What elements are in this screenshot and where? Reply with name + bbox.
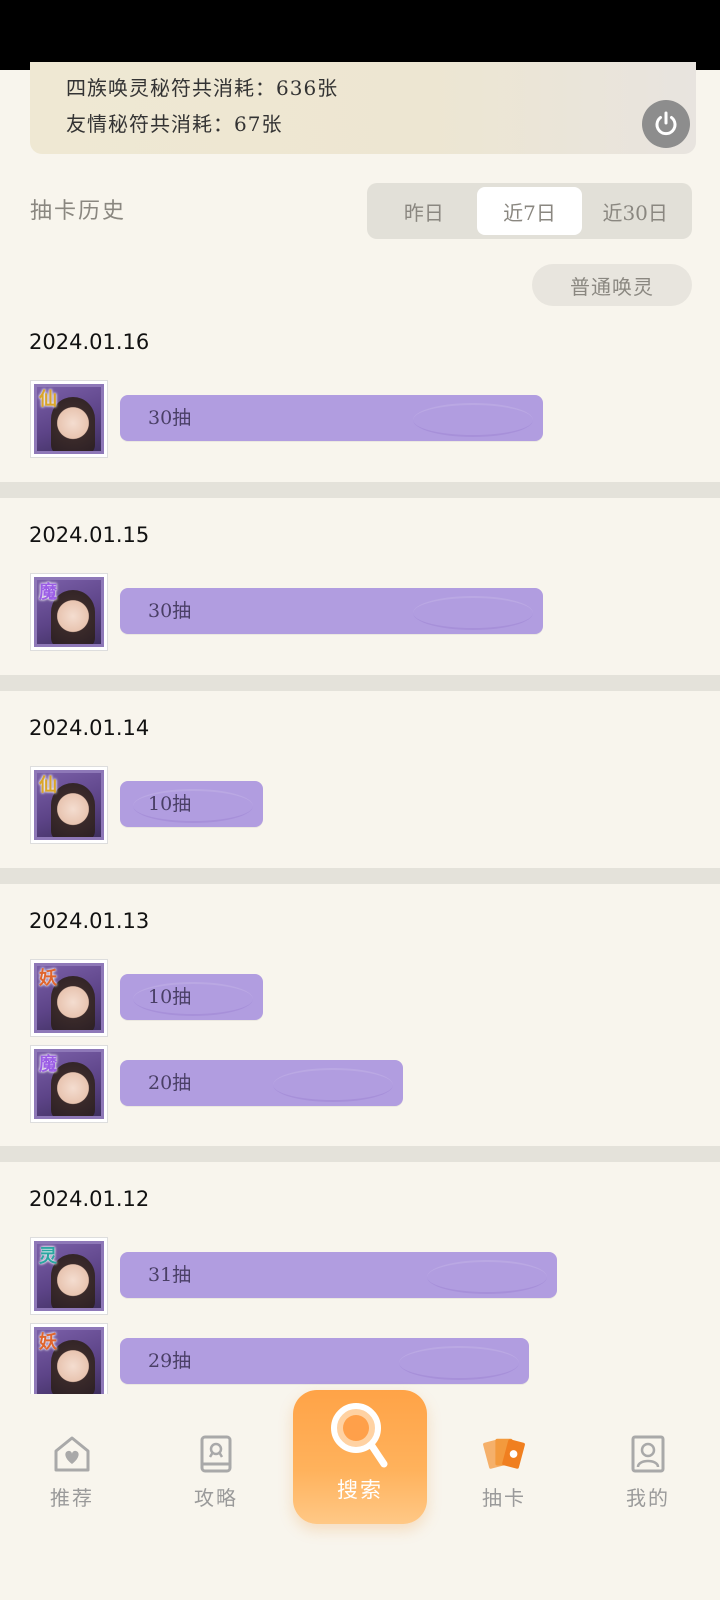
summary-line-friendship: 友情秘符共消耗：67张 (66, 112, 283, 136)
summary-line-four-clans: 四族唤灵秘符共消耗：636张 (66, 76, 339, 100)
draw-count-bar: 29抽 (120, 1338, 529, 1384)
faction-badge: 仙 (39, 775, 57, 796)
tab-last-7-days[interactable]: 近7日 (476, 187, 583, 235)
status-bar (0, 0, 720, 70)
draw-count-bar: 31抽 (120, 1252, 557, 1298)
faction-badge: 魔 (39, 582, 57, 603)
draw-entry[interactable]: 仙 10抽 (0, 766, 720, 846)
draw-history-title: 抽卡历史 (30, 199, 127, 224)
draw-count-bar: 20抽 (120, 1060, 403, 1106)
nav-item-recommend[interactable]: 推荐 (22, 1432, 122, 1511)
nav-item-guide[interactable]: 攻略 (166, 1432, 266, 1511)
draw-count-bar: 30抽 (120, 588, 543, 634)
group-divider (0, 675, 720, 691)
draw-count-label: 30抽 (148, 600, 192, 622)
tab-last-30-days[interactable]: 近30日 (582, 187, 688, 235)
character-avatar: 灵 (30, 1237, 108, 1315)
group-date: 2024.01.13 (29, 909, 150, 933)
faction-badge: 妖 (39, 968, 57, 989)
draw-count-bar: 10抽 (120, 974, 263, 1020)
character-avatar: 魔 (30, 573, 108, 651)
group-divider (0, 868, 720, 884)
nav-item-draw[interactable]: 抽卡 (454, 1432, 554, 1511)
group-date: 2024.01.14 (29, 716, 150, 740)
nav-item-mine[interactable]: 我的 (598, 1432, 698, 1511)
date-range-segmented-control: 昨日 近7日 近30日 (367, 183, 692, 239)
nav-label: 抽卡 (482, 1486, 526, 1510)
draw-count-label: 30抽 (148, 407, 192, 429)
draw-entry[interactable]: 妖 10抽 (0, 959, 720, 1039)
draw-count-label: 31抽 (148, 1264, 192, 1286)
faction-badge: 妖 (39, 1332, 57, 1353)
nav-label: 推荐 (50, 1486, 94, 1510)
faction-badge: 魔 (39, 1054, 57, 1075)
profile-icon (631, 1435, 665, 1473)
group-divider (0, 1146, 720, 1162)
character-avatar: 仙 (30, 766, 108, 844)
nav-label: 攻略 (194, 1486, 238, 1510)
draw-count-label: 10抽 (148, 793, 192, 815)
draw-count-label: 20抽 (148, 1072, 192, 1094)
draw-count-label: 10抽 (148, 986, 192, 1008)
character-avatar: 魔 (30, 1045, 108, 1123)
character-avatar: 仙 (30, 380, 108, 458)
cards-icon (483, 1438, 525, 1469)
tab-yesterday[interactable]: 昨日 (371, 187, 477, 235)
draw-entry[interactable]: 仙 30抽 (0, 380, 720, 460)
draw-count-label: 29抽 (148, 1350, 192, 1372)
group-date: 2024.01.15 (29, 523, 150, 547)
summon-type-filter[interactable]: 普通唤灵 (532, 264, 692, 306)
draw-count-bar: 10抽 (120, 781, 263, 827)
power-icon (655, 111, 677, 136)
draw-entry[interactable]: 魔 20抽 (0, 1045, 720, 1125)
book-icon (200, 1435, 232, 1473)
faction-badge: 灵 (39, 1246, 57, 1267)
search-label: 搜索 (337, 1478, 383, 1502)
group-date: 2024.01.12 (29, 1187, 150, 1211)
heart-home-icon (54, 1436, 90, 1472)
character-avatar: 妖 (30, 1323, 108, 1401)
group-date: 2024.01.16 (29, 330, 150, 354)
search-icon (331, 1403, 388, 1468)
power-button[interactable] (642, 100, 690, 148)
draw-count-bar: 30抽 (120, 395, 543, 441)
nav-label: 我的 (626, 1486, 670, 1510)
character-avatar: 妖 (30, 959, 108, 1037)
search-button[interactable]: 搜索 (293, 1390, 427, 1524)
draw-entry[interactable]: 魔 30抽 (0, 573, 720, 653)
faction-badge: 仙 (39, 389, 57, 410)
draw-entry[interactable]: 灵 31抽 (0, 1237, 720, 1317)
summary-card: 四族唤灵秘符共消耗：636张 友情秘符共消耗：67张 (30, 62, 696, 154)
group-divider (0, 482, 720, 498)
